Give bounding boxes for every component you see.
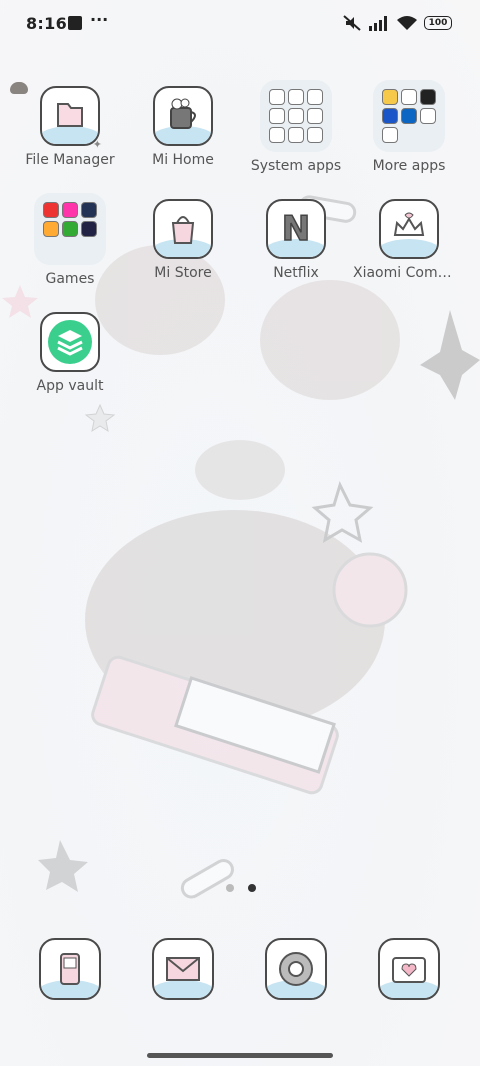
dock-gallery[interactable] <box>353 938 465 1000</box>
chrome-icon <box>265 938 327 1000</box>
dock-browser[interactable] <box>240 938 352 1000</box>
app-label: Netflix <box>273 265 319 281</box>
signal-icon <box>369 16 387 31</box>
app-label: Xiaomi Comm… <box>353 265 465 281</box>
folder-more-apps[interactable]: More apps <box>353 80 465 174</box>
folder-system-apps[interactable]: System apps <box>240 80 352 174</box>
app-file-manager[interactable]: ✦ File Manager <box>10 82 126 168</box>
app-netflix[interactable]: N Netflix <box>240 199 352 281</box>
folder-icon <box>40 86 100 146</box>
bag-icon <box>153 199 213 259</box>
mute-icon <box>343 15 361 31</box>
battery-level: 100 <box>428 18 448 28</box>
more-notifications-icon: ··· <box>90 10 109 29</box>
page-indicator <box>226 884 256 892</box>
app-label: App vault <box>36 378 104 394</box>
app-mi-store[interactable]: Mi Store <box>127 199 239 281</box>
netflix-letter: N <box>281 208 311 250</box>
battery-icon: 100 <box>424 16 452 30</box>
page-dot[interactable] <box>226 884 234 892</box>
app-label: File Manager <box>25 152 115 168</box>
app-mi-home[interactable]: Mi Home <box>127 86 239 168</box>
app-xiaomi-community[interactable]: Xiaomi Comm… <box>353 199 465 281</box>
home-indicator[interactable] <box>147 1053 333 1058</box>
netflix-icon: N <box>266 199 326 259</box>
app-label: Games <box>45 271 95 287</box>
folder-games[interactable]: Games <box>14 193 126 287</box>
mug-icon <box>153 86 213 146</box>
crown-icon <box>379 199 439 259</box>
envelope-icon <box>152 938 214 1000</box>
status-bar: 8:16 ··· 100 <box>0 0 480 48</box>
folder-preview <box>373 80 445 152</box>
app-label: Mi Store <box>154 265 212 281</box>
status-time: 8:16 <box>26 14 67 33</box>
app-label: More apps <box>372 158 446 174</box>
app-label: System apps <box>250 158 342 174</box>
layers-icon <box>40 312 100 372</box>
wifi-icon <box>397 16 417 30</box>
folder-preview <box>260 80 332 152</box>
app-label: Mi Home <box>152 152 214 168</box>
folder-preview <box>34 193 106 265</box>
notification-icon <box>68 16 82 30</box>
app-vault[interactable]: App vault <box>14 312 126 394</box>
phone-icon <box>39 938 101 1000</box>
dock-messages[interactable] <box>127 938 239 1000</box>
page-dot-active[interactable] <box>248 884 256 892</box>
dock-phone[interactable] <box>14 938 126 1000</box>
camera-heart-icon <box>378 938 440 1000</box>
